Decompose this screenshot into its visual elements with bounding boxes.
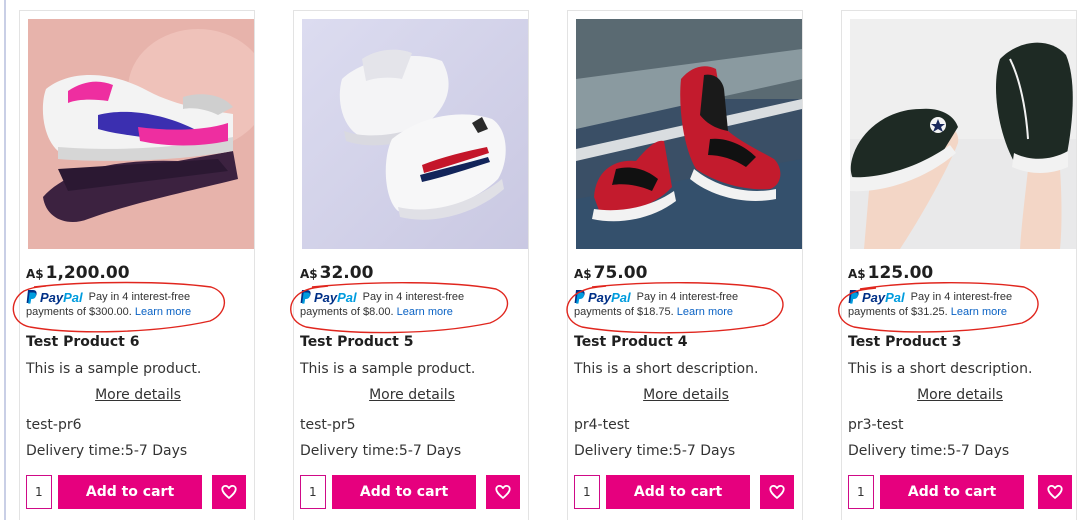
paypal-pay-later-message: PayPal Pay in 4 interest-free payments o… [848,289,1058,319]
paypal-wordmark: PayPal [314,289,357,305]
paypal-pay-in-4-text: Pay in 4 interest-free [910,291,1013,303]
wishlist-button[interactable] [486,475,520,509]
product-price: A$ 1,200.00 [26,263,130,283]
paypal-installment-text: payments of $300.00. [26,306,132,318]
product-price: A$ 32.00 [300,263,374,283]
product-name[interactable]: Test Product 4 [574,334,687,350]
product-name[interactable]: Test Product 3 [848,334,961,350]
paypal-installment-text: payments of $8.00. [300,306,394,318]
paypal-pay-later-message: PayPal Pay in 4 interest-free payments o… [300,289,510,319]
wishlist-button[interactable] [760,475,794,509]
add-to-cart-button[interactable]: Add to cart [606,475,750,509]
paypal-learn-more-link[interactable]: Learn more [397,306,453,318]
delivery-time: Delivery time:5-7 Days [574,443,736,459]
product-image[interactable] [28,19,254,249]
product-sku: pr3-test [848,417,904,433]
paypal-installment-text: payments of $31.25. [848,306,948,318]
delivery-time: Delivery time:5-7 Days [300,443,462,459]
wishlist-button[interactable] [212,475,246,509]
paypal-wordmark: PayPal [40,289,83,305]
heart-icon [495,484,511,499]
heart-icon [221,484,237,499]
add-to-cart-button[interactable]: Add to cart [58,475,202,509]
product-description: This is a short description. [574,361,759,377]
product-description: This is a sample product. [300,361,476,377]
product-name[interactable]: Test Product 5 [300,334,413,350]
page-left-border [4,0,6,520]
product-card: A$ 75.00 PayPal Pay in 4 interest-free pa… [566,10,804,520]
paypal-logo-icon [848,290,859,304]
product-card: A$ 125.00 PayPal Pay in 4 interest-free p… [838,10,1078,520]
paypal-learn-more-link[interactable]: Learn more [135,306,191,318]
heart-icon [1047,484,1063,499]
delivery-time: Delivery time:5-7 Days [848,443,1010,459]
quantity-input[interactable] [300,475,326,509]
paypal-pay-in-4-text: Pay in 4 interest-free [636,291,739,303]
paypal-pay-later-message: PayPal Pay in 4 interest-free payments o… [574,289,784,319]
paypal-pay-in-4-text: Pay in 4 interest-free [88,291,191,303]
product-card: A$ 1,200.00 PayPal Pay in 4 interest-free… [12,10,256,520]
quantity-input[interactable] [26,475,52,509]
more-details-link[interactable]: More details [294,387,530,403]
more-details-link[interactable]: More details [568,387,804,403]
product-description: This is a sample product. [26,361,202,377]
product-card: A$ 32.00 PayPal Pay in 4 interest-free pa… [290,10,530,520]
paypal-pay-later-message: PayPal Pay in 4 interest-free payments o… [26,289,236,319]
product-price: A$ 75.00 [574,263,648,283]
product-sku: test-pr6 [26,417,82,433]
paypal-wordmark: PayPal [862,289,905,305]
delivery-time: Delivery time:5-7 Days [26,443,188,459]
paypal-logo-icon [26,290,37,304]
quantity-input[interactable] [848,475,874,509]
more-details-link[interactable]: More details [20,387,256,403]
paypal-logo-icon [300,290,311,304]
add-to-cart-button[interactable]: Add to cart [880,475,1024,509]
product-price: A$ 125.00 [848,263,934,283]
product-description: This is a short description. [848,361,1033,377]
add-to-cart-button[interactable]: Add to cart [332,475,476,509]
paypal-pay-in-4-text: Pay in 4 interest-free [362,291,465,303]
product-sku: pr4-test [574,417,630,433]
product-image[interactable] [576,19,802,249]
product-sku: test-pr5 [300,417,356,433]
wishlist-button[interactable] [1038,475,1072,509]
product-image[interactable] [850,19,1076,249]
heart-icon [769,484,785,499]
paypal-wordmark: PayPal [588,289,631,305]
paypal-learn-more-link[interactable]: Learn more [951,306,1007,318]
quantity-input[interactable] [574,475,600,509]
paypal-learn-more-link[interactable]: Learn more [677,306,733,318]
product-image[interactable] [302,19,528,249]
product-name[interactable]: Test Product 6 [26,334,139,350]
paypal-logo-icon [574,290,585,304]
more-details-link[interactable]: More details [842,387,1078,403]
paypal-installment-text: payments of $18.75. [574,306,674,318]
